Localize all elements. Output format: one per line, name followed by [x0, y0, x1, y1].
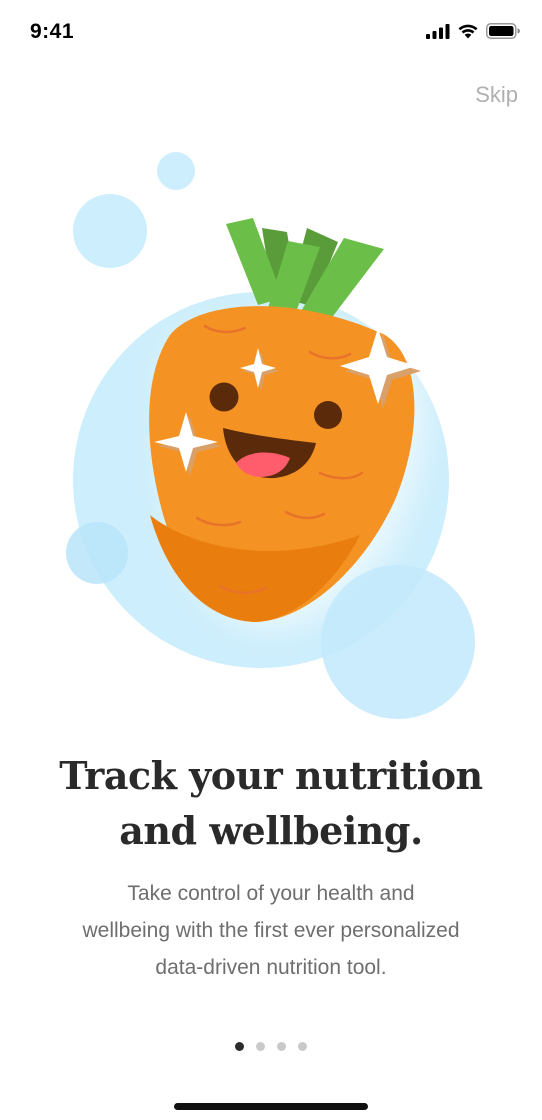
page-dot-1[interactable]: [235, 1042, 244, 1051]
headline-line-1: Track your nutrition: [59, 753, 483, 798]
cellular-signal-icon: [426, 23, 450, 39]
description-line-3: data-driven nutrition tool.: [155, 956, 387, 979]
home-indicator[interactable]: [174, 1103, 368, 1110]
onboarding-description: Take control of your health and wellbein…: [40, 875, 502, 986]
page-indicator: [0, 1042, 542, 1051]
page-dot-2[interactable]: [256, 1042, 265, 1051]
bubble-left-bottom: [66, 522, 128, 584]
right-eye: [314, 401, 342, 429]
status-bar: 9:41: [0, 0, 542, 64]
carrot-illustration: [66, 152, 475, 719]
description-line-2: wellbeing with the first ever personaliz…: [82, 919, 460, 942]
description-line-1: Take control of your health and: [127, 882, 415, 905]
page-dot-4[interactable]: [298, 1042, 307, 1051]
skip-button[interactable]: Skip: [475, 82, 518, 108]
onboarding-headline: Track your nutrition and wellbeing.: [0, 748, 542, 858]
bubble-large-bottom-right: [321, 565, 475, 719]
headline-line-2: and wellbeing.: [119, 808, 423, 853]
battery-icon: [486, 23, 520, 39]
status-time: 9:41: [30, 20, 75, 43]
bubble-medium-left: [73, 194, 147, 268]
left-eye: [209, 382, 239, 412]
status-icons: [426, 23, 520, 39]
wifi-icon: [458, 24, 478, 39]
page-dot-3[interactable]: [277, 1042, 286, 1051]
bubble-small-top: [157, 152, 195, 190]
